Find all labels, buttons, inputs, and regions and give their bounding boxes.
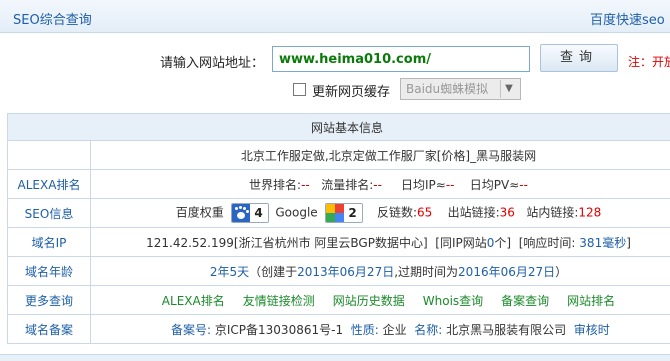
expire-date: 2016年06月27日 — [458, 265, 555, 279]
icp-number-value: 京ICP备13030861号-1 — [215, 323, 343, 337]
world-rank-value[interactable]: -- — [301, 178, 310, 192]
domain-age-row: 2年5天（创建于2013年06月27日,过期时间为2016年06月27日） — [91, 257, 670, 286]
table-heading: 网站基本信息 — [8, 114, 670, 141]
top-bar: SEO综合查询 百度快速seo — [0, 0, 670, 33]
link-whois[interactable]: Whois查询 — [423, 294, 483, 308]
created-prefix: （创建于 — [249, 265, 297, 279]
same-ip-suffix: 个] — [494, 236, 511, 250]
google-label: Google — [275, 206, 317, 220]
daily-ip-label: 日均IP≈ — [401, 178, 446, 192]
google-pr-badge[interactable]: 2 — [325, 203, 363, 223]
icp-nature-value: 企业 — [383, 323, 407, 337]
spider-select-value: Baidu蜘蛛模拟 — [406, 82, 488, 96]
response-time-value: 381毫秒 — [579, 236, 626, 250]
link-site-history[interactable]: 网站历史数据 — [333, 294, 405, 308]
baidu-weight-badge[interactable]: 4 — [231, 203, 269, 223]
seo-label: SEO信息 — [8, 199, 91, 228]
link-alexa-rank[interactable]: ALEXA排名 — [162, 294, 225, 308]
page-title: SEO综合查询 — [13, 9, 92, 28]
query-button[interactable]: 查询 — [540, 44, 618, 72]
notice-text: 注：开放 — [628, 53, 670, 70]
site-info-table: 网站基本信息 北京工作服定做,北京定做工作服厂家[价格]_黑马服装网 ALEXA… — [7, 113, 670, 344]
refresh-cache-checkbox[interactable] — [293, 83, 306, 96]
domain-ip-row: 121.42.52.199[浙江省杭州市 阿里云BGP数据中心] [同IP网站0… — [91, 228, 670, 257]
response-suffix: ] — [626, 236, 631, 250]
backlinks-label: 反链数: — [377, 206, 417, 220]
alexa-row: 世界排名:-- 流量排名:-- 日均IP≈-- 日均PV≈-- — [91, 170, 670, 199]
baidu-weight-value: 4 — [250, 204, 268, 222]
google-pr-value: 2 — [344, 204, 362, 222]
url-input[interactable] — [272, 46, 530, 72]
icp-row: 备案号: 京ICP备13030861号-1 性质: 企业 名称: 北京黑马服装有… — [91, 315, 670, 344]
refresh-cache-label[interactable]: 更新网页缓存 — [312, 81, 390, 100]
expire-suffix: ） — [555, 265, 567, 279]
expire-prefix: ,过期时间为 — [394, 265, 458, 279]
empty-label-cell — [8, 141, 91, 170]
site-title: 北京工作服定做,北京定做工作服厂家[价格]_黑马服装网 — [91, 141, 670, 170]
baidu-fast-seo-link[interactable]: 百度快速seo — [590, 9, 665, 28]
icp-label: 域名备案 — [8, 315, 91, 344]
seo-row: 百度权重 4 Google 2 反链数:65 出站链接:36 站内链接:128 — [91, 199, 670, 228]
traffic-rank-label: 流量排名: — [321, 178, 373, 192]
ip-location: [浙江省杭州市 阿里云BGP数据中心] — [234, 236, 428, 250]
backlinks-value[interactable]: 65 — [417, 206, 432, 220]
spider-select[interactable]: Baidu蜘蛛模拟 ▼ — [400, 78, 521, 100]
daily-ip-value: -- — [446, 178, 455, 192]
domain-age-label: 域名年龄 — [8, 257, 91, 286]
more-query-links: ALEXA排名 友情链接检测 网站历史数据 Whois查询 备案查询 网站排名 — [91, 286, 670, 315]
daily-pv-label: 日均PV≈ — [470, 178, 520, 192]
icp-number-label: 备案号: — [171, 323, 211, 337]
world-rank-label: 世界排名: — [249, 178, 301, 192]
outlinks-label: 出站链接: — [448, 206, 500, 220]
google-icon — [326, 204, 344, 222]
daily-pv-value: -- — [519, 178, 528, 192]
link-icp-query[interactable]: 备案查询 — [501, 294, 549, 308]
chevron-down-icon: ▼ — [500, 80, 517, 98]
icp-name-value: 北京黑马服装有限公司 — [446, 323, 566, 337]
url-label: 请输入网站地址： — [160, 52, 264, 71]
alexa-label: ALEXA排名 — [8, 170, 91, 199]
baidu-weight-label: 百度权重 — [176, 206, 224, 220]
icp-name-label: 名称: — [414, 323, 442, 337]
created-date: 2013年06月27日 — [297, 265, 394, 279]
domain-age-value: 2年5天 — [210, 265, 249, 279]
inlinks-value[interactable]: 128 — [578, 206, 601, 220]
domain-ip-label: 域名IP — [8, 228, 91, 257]
response-prefix: [响应时间: — [519, 236, 576, 250]
same-ip-prefix: [同IP网站 — [435, 236, 486, 250]
traffic-rank-value[interactable]: -- — [373, 178, 382, 192]
inlinks-label: 站内链接: — [526, 206, 578, 220]
ip-address: 121.42.52.199 — [146, 236, 234, 250]
more-query-label: 更多查询 — [8, 286, 91, 315]
icp-audit-label: 审核时 — [574, 323, 610, 337]
outlinks-value[interactable]: 36 — [500, 206, 515, 220]
link-site-rank[interactable]: 网站排名 — [567, 294, 615, 308]
baidu-paw-icon — [232, 204, 250, 222]
icp-nature-label: 性质: — [351, 323, 379, 337]
link-friend-link-check[interactable]: 友情链接检测 — [243, 294, 315, 308]
